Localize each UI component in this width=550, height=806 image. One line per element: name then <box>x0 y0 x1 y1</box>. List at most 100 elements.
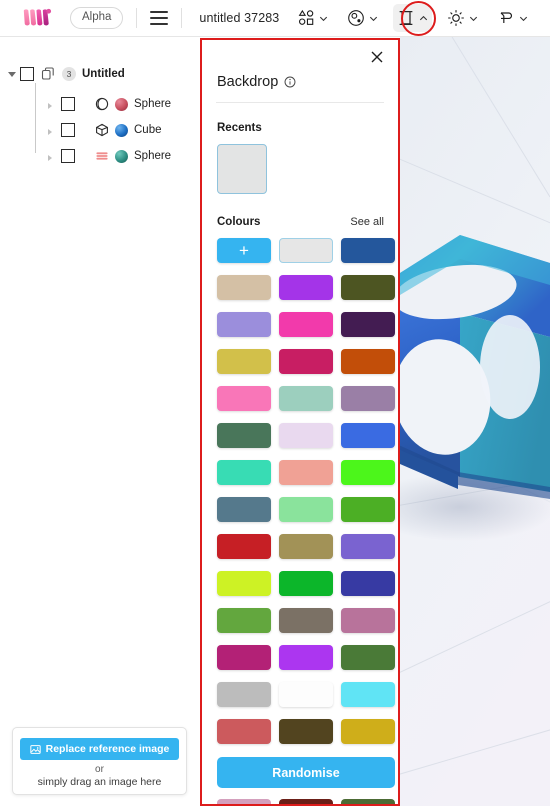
colour-swatch[interactable] <box>341 719 395 744</box>
colours-heading: Colours See all <box>217 216 384 228</box>
list-item[interactable]: Sphere <box>0 143 200 169</box>
colour-swatch[interactable] <box>217 423 271 448</box>
colour-swatch[interactable] <box>279 386 333 411</box>
colour-swatch[interactable] <box>341 275 395 300</box>
list-item[interactable]: Cube <box>0 117 200 143</box>
backdrop-tool[interactable] <box>393 4 432 32</box>
child-count-badge: 3 <box>62 67 76 81</box>
reference-drag-label: simply drag an image here <box>37 776 162 788</box>
backdrop-icon <box>399 11 413 25</box>
duplicate-icon[interactable] <box>41 67 55 81</box>
image-icon <box>29 744 41 754</box>
hamburger-menu-icon[interactable] <box>150 11 169 25</box>
material-icon <box>348 10 364 26</box>
tree-elbow <box>35 99 52 109</box>
colour-swatch[interactable] <box>217 534 271 559</box>
colour-swatch[interactable] <box>341 238 395 263</box>
app-logo[interactable]: Alpha <box>22 7 124 29</box>
close-icon[interactable] <box>370 50 384 64</box>
colour-swatch[interactable] <box>217 275 271 300</box>
colour-swatch[interactable] <box>217 312 271 337</box>
colour-swatch[interactable] <box>217 682 271 707</box>
divider-1 <box>136 8 138 28</box>
colour-swatch[interactable] <box>341 497 395 522</box>
tree-elbow <box>35 125 52 135</box>
shapes-tool[interactable] <box>293 4 332 32</box>
colour-swatch[interactable] <box>279 719 333 744</box>
colour-swatch[interactable] <box>341 312 395 337</box>
colour-swatch[interactable] <box>341 460 395 485</box>
chevron-down-icon <box>369 16 378 21</box>
sphere-outline-icon <box>95 97 109 111</box>
tree-elbow <box>35 151 52 161</box>
colour-swatch[interactable] <box>341 645 395 670</box>
colour-swatch[interactable] <box>279 238 333 263</box>
colour-swatch[interactable] <box>341 423 395 448</box>
see-all-link[interactable]: See all <box>350 216 384 228</box>
replace-reference-image-button[interactable]: Replace reference image <box>20 738 179 760</box>
colour-swatch[interactable] <box>279 799 333 806</box>
item-checkbox[interactable] <box>61 149 75 163</box>
recent-swatch[interactable] <box>217 144 267 194</box>
colour-swatch[interactable] <box>341 682 395 707</box>
stripes-icon <box>96 152 108 160</box>
chevron-down-icon <box>319 16 328 21</box>
toolbar-tools <box>293 4 550 32</box>
material-preview[interactable] <box>115 123 128 137</box>
colour-swatch[interactable] <box>279 349 333 374</box>
colour-swatch[interactable] <box>279 275 333 300</box>
colour-swatch[interactable] <box>217 460 271 485</box>
document-title[interactable]: untitled 37283 <box>199 11 279 25</box>
effects-tool[interactable] <box>493 4 532 32</box>
colour-swatch[interactable] <box>341 608 395 633</box>
add-colour-button[interactable]: + <box>217 238 271 263</box>
root-label: Untitled <box>82 68 125 80</box>
root-checkbox[interactable] <box>20 67 34 81</box>
colour-swatch[interactable] <box>341 571 395 596</box>
list-item-label: Sphere <box>134 98 172 110</box>
colour-swatch[interactable] <box>279 460 333 485</box>
expand-caret-icon[interactable] <box>8 71 16 77</box>
list-item[interactable]: Sphere <box>0 91 200 117</box>
colour-swatch[interactable] <box>279 312 333 337</box>
outliner-root-row[interactable]: 3 Untitled <box>0 63 200 85</box>
colour-swatch[interactable] <box>279 645 333 670</box>
colour-swatch[interactable] <box>217 645 271 670</box>
app-root: Alpha untitled 37283 3 Untitled Sphere C… <box>0 0 550 806</box>
colour-swatch[interactable] <box>279 497 333 522</box>
outliner-children: Sphere Cube Sphere <box>0 83 200 169</box>
info-icon[interactable] <box>284 76 296 88</box>
colour-swatch[interactable] <box>217 799 271 806</box>
colour-swatch[interactable] <box>217 571 271 596</box>
light-icon <box>448 10 464 26</box>
colour-swatch[interactable] <box>279 571 333 596</box>
colour-swatch[interactable] <box>217 349 271 374</box>
colour-swatch[interactable] <box>279 682 333 707</box>
panel-header: Backdrop <box>217 74 398 90</box>
colour-swatch[interactable] <box>217 608 271 633</box>
material-preview[interactable] <box>115 97 128 111</box>
colour-swatch[interactable] <box>341 534 395 559</box>
chevron-up-icon <box>419 15 428 20</box>
colour-swatch[interactable] <box>341 386 395 411</box>
colour-swatch[interactable] <box>279 608 333 633</box>
colour-swatch[interactable] <box>217 386 271 411</box>
colour-swatch[interactable] <box>217 497 271 522</box>
light-tool[interactable] <box>443 4 482 32</box>
colour-swatch-grid-overflow <box>217 799 395 806</box>
reference-or-label: or <box>95 764 104 775</box>
colour-swatch[interactable] <box>217 719 271 744</box>
shapes-icon <box>298 9 314 25</box>
material-tool[interactable] <box>343 4 382 32</box>
colour-swatch[interactable] <box>341 799 395 806</box>
randomise-button[interactable]: Randomise <box>217 757 395 788</box>
material-preview[interactable] <box>115 149 128 163</box>
colour-swatch-grid: + <box>217 238 395 744</box>
colour-swatch[interactable] <box>279 423 333 448</box>
top-toolbar: Alpha untitled 37283 <box>0 0 550 37</box>
item-checkbox[interactable] <box>61 97 75 111</box>
colour-swatch[interactable] <box>341 349 395 374</box>
colour-swatch[interactable] <box>279 534 333 559</box>
3d-viewport[interactable] <box>400 37 550 806</box>
item-checkbox[interactable] <box>61 123 75 137</box>
